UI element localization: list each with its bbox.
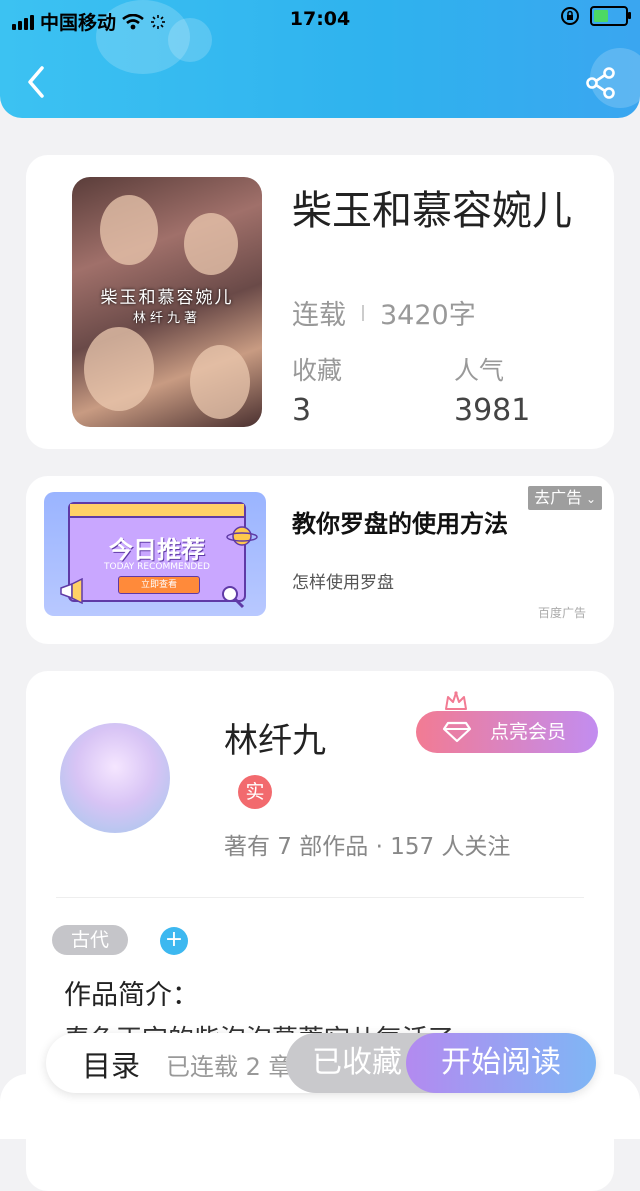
megaphone-icon: [60, 578, 83, 604]
ad-image[interactable]: 今日推荐 TODAY RECOMMENDED 立即查看: [44, 492, 266, 616]
ad-image-button: 立即查看: [118, 576, 200, 594]
popularity-count: 3981: [454, 393, 531, 428]
bottom-action-bar: 目录 已连载 2 章 已收藏 开始阅读: [46, 1033, 596, 1093]
cover-author: 林纤九著: [132, 311, 201, 326]
meta-divider: [362, 304, 364, 321]
cover-title: 柴玉和慕容婉儿: [100, 288, 234, 308]
status-time: 17:04: [289, 8, 351, 30]
book-title: 柴玉和慕容婉儿: [292, 188, 572, 234]
rotation-lock-icon: [561, 7, 579, 25]
favorites-label: 收藏: [292, 356, 343, 385]
back-arrow-icon[interactable]: [22, 64, 52, 100]
add-tag-button[interactable]: +: [160, 927, 188, 955]
diamond-icon: [442, 721, 472, 743]
vip-button-label: 点亮会员: [490, 721, 567, 743]
book-info-card: 柴玉和慕容婉儿 林纤九著 柴玉和慕容婉儿 连载 3420字 收藏 人气 3 39…: [26, 155, 614, 449]
book-meta: 连载 3420字: [292, 293, 476, 332]
ad-description: 怎样使用罗盘: [292, 573, 394, 593]
ad-title[interactable]: 教你罗盘的使用方法: [292, 504, 508, 539]
remove-ad-label: 去广告: [534, 488, 583, 507]
favorites-count: 3: [292, 393, 312, 428]
cover-figure: [190, 345, 250, 419]
verified-badge: 实: [238, 775, 272, 809]
cover-figure: [184, 213, 238, 275]
status-bar: 中国移动 17:04: [0, 6, 640, 34]
author-name[interactable]: 林纤九: [224, 713, 326, 762]
ad-window-titlebar: [70, 504, 244, 518]
book-cover-image[interactable]: 柴玉和慕容婉儿 林纤九著: [72, 177, 262, 427]
cover-figure: [100, 195, 158, 265]
start-reading-button[interactable]: 开始阅读: [406, 1033, 596, 1093]
planet-icon: [226, 526, 258, 546]
header-bar: 中国移动 17:04: [0, 0, 640, 118]
chapter-count: 已连载 2 章: [166, 1053, 293, 1081]
section-divider: [56, 897, 584, 898]
vip-button[interactable]: 点亮会员: [416, 711, 598, 753]
ad-card[interactable]: 今日推荐 TODAY RECOMMENDED 立即查看 教你罗盘的使用方法 怎样…: [26, 476, 614, 644]
share-icon[interactable]: [584, 66, 618, 100]
genre-tag[interactable]: 古代: [52, 925, 128, 955]
serial-status: 连载: [292, 300, 346, 331]
ad-source: 百度广告: [537, 606, 586, 620]
ad-image-subtitle: TODAY RECOMMENDED: [104, 562, 210, 572]
chevron-down-icon: ⌄: [582, 492, 596, 506]
ad-image-title: 今日推荐: [109, 536, 205, 564]
popularity-label: 人气: [454, 356, 505, 385]
word-count: 3420字: [380, 300, 476, 331]
intro-label: 作品简介：: [64, 980, 199, 1011]
magnifier-icon: [222, 586, 245, 609]
author-works-info: 著有 7 部作品 · 157 人关注: [224, 834, 511, 860]
remove-ad-button[interactable]: 去广告 ⌄: [528, 486, 602, 510]
toc-button[interactable]: 目录: [82, 1043, 140, 1085]
author-avatar[interactable]: [60, 723, 170, 833]
battery-icon: [590, 6, 631, 26]
crown-icon: [445, 691, 467, 710]
cover-figure: [84, 327, 154, 411]
